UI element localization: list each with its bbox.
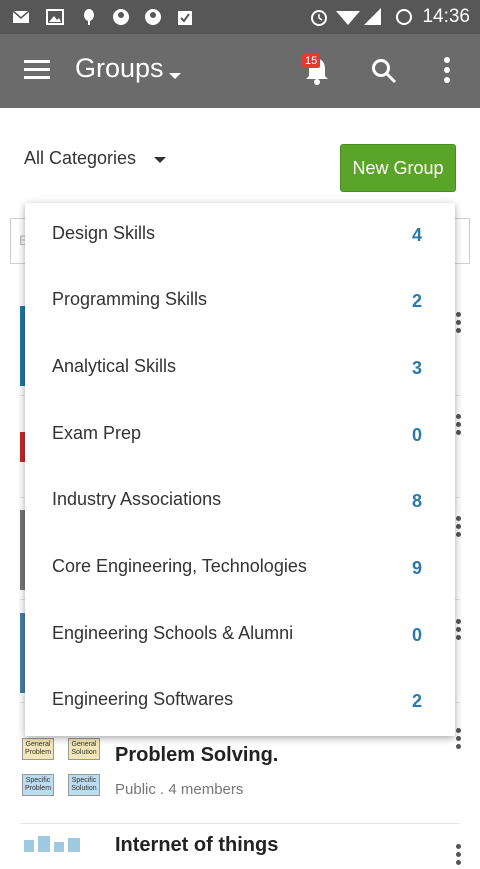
group-thumbnail — [20, 834, 106, 864]
dropdown-item[interactable]: Programming Skills 2 — [25, 269, 455, 335]
item-menu-icon[interactable] — [456, 619, 462, 641]
new-group-button[interactable]: New Group — [340, 144, 456, 192]
menu-icon[interactable] — [24, 60, 50, 80]
dropdown-item-label: Core Engineering, Technologies — [52, 556, 307, 576]
dropdown-item[interactable]: Design Skills 4 — [25, 203, 455, 269]
dropdown-item-count: 2 — [411, 691, 422, 711]
dropdown-item-count: 4 — [411, 225, 422, 245]
group-meta: Public . 4 members — [115, 781, 244, 798]
app-bar: Groups 15 — [0, 34, 480, 108]
item-menu-icon[interactable] — [456, 728, 462, 750]
battery-icon — [396, 9, 412, 25]
dropdown-item-label: Engineering Softwares — [52, 689, 234, 709]
mail-icon — [12, 10, 30, 23]
diagram-label: Specific Solution — [68, 774, 100, 796]
list-item[interactable]: Internet of things — [20, 826, 462, 866]
image-icon — [46, 9, 64, 25]
dropdown-item-label: Exam Prep — [52, 423, 142, 443]
dropdown-item-label: Programming Skills — [52, 289, 208, 309]
clock-time: 14:36 — [422, 6, 470, 27]
diagram-label: General Problem — [22, 738, 54, 760]
notification-badge: 15 — [302, 54, 321, 68]
dropdown-item[interactable]: Analytical Skills 3 — [25, 336, 455, 402]
group-title[interactable]: Problem Solving. — [115, 744, 278, 767]
dropdown-item[interactable]: Core Engineering, Technologies 9 — [25, 536, 455, 602]
diagram-label: General Solution — [68, 738, 100, 760]
search-icon[interactable] — [371, 58, 397, 84]
dropdown-item-label: Design Skills — [52, 223, 156, 243]
category-dropdown: Design Skills 4 Programming Skills 2 Ana… — [25, 203, 455, 736]
item-menu-icon[interactable] — [456, 844, 462, 866]
dropdown-item-label: Industry Associations — [52, 489, 222, 509]
avatar-icon — [113, 9, 129, 25]
wifi-icon — [336, 11, 360, 25]
dropdown-item-count: 0 — [411, 625, 422, 645]
dropdown-item-count: 0 — [411, 425, 422, 445]
dropdown-item[interactable]: Engineering Schools & Alumni 0 — [25, 603, 455, 669]
overflow-menu-icon[interactable] — [444, 57, 452, 85]
pin-icon — [84, 9, 94, 25]
dropdown-item[interactable]: Industry Associations 8 — [25, 469, 455, 535]
dropdown-item-label: Analytical Skills — [52, 356, 177, 376]
chevron-down-icon[interactable] — [154, 157, 166, 163]
clipboard-check-icon — [178, 11, 192, 25]
category-filter-select[interactable]: All Categories — [24, 148, 136, 169]
status-bar: 14:36 — [0, 0, 480, 34]
diagram-label: Specific Problem — [22, 774, 54, 796]
chevron-down-icon[interactable] — [169, 73, 181, 79]
item-menu-icon[interactable] — [456, 312, 462, 334]
avatar-icon — [145, 9, 161, 25]
signal-icon — [364, 8, 381, 25]
dropdown-item[interactable]: Engineering Softwares 2 — [25, 669, 455, 735]
dropdown-item[interactable]: Exam Prep 0 — [25, 403, 455, 469]
dropdown-item-count: 8 — [411, 491, 422, 511]
dropdown-item-count: 3 — [411, 358, 422, 378]
alarm-icon — [311, 10, 327, 26]
group-thumbnail: General Problem General Solution Specifi… — [20, 734, 106, 804]
dropdown-item-count: 9 — [411, 558, 422, 578]
item-menu-icon[interactable] — [456, 414, 462, 436]
dropdown-item-label: Engineering Schools & Alumni — [52, 623, 294, 643]
page-title[interactable]: Groups — [75, 53, 164, 84]
dropdown-item-count: 2 — [411, 291, 422, 311]
item-menu-icon[interactable] — [456, 516, 462, 538]
